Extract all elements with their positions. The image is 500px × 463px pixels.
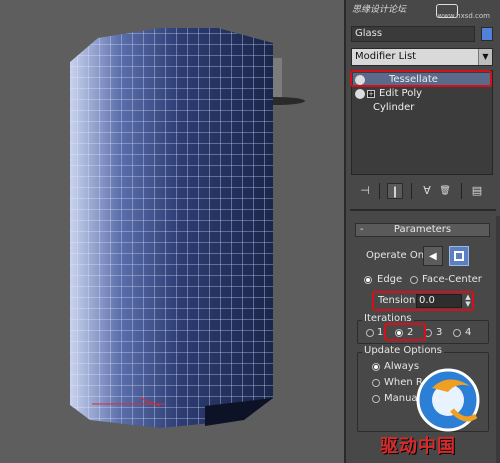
iterations-4-radio[interactable] [453,329,461,337]
update-options-title: Update Options [362,345,444,356]
viewport-perspective[interactable] [0,0,346,463]
lightbulb-icon[interactable] [355,89,365,99]
toolbar-divider [411,183,412,199]
update-always-radio[interactable] [372,363,380,371]
update-when-rendering-radio[interactable] [372,379,380,387]
chevron-down-icon[interactable]: ▼ [478,49,492,65]
iterations-1-label: 1 [377,327,384,338]
configure-modifier-sets-icon[interactable]: ▤ [469,183,485,199]
stack-item-label: Cylinder [373,102,415,113]
update-manually-radio[interactable] [372,395,380,403]
site-watermark: 思缘设计论坛 www.hxsd.com [352,2,492,20]
panel-scrollbar[interactable] [496,216,500,463]
remove-modifier-icon[interactable]: 🗑 [437,183,453,199]
operate-on-label: Operate On: [366,250,428,261]
edge-radio[interactable] [364,276,372,284]
object-color-swatch[interactable] [481,27,493,41]
modifier-list-dropdown[interactable]: Modifier List ▼ [351,48,493,66]
make-unique-icon[interactable]: ∀ [419,183,435,199]
collapse-icon[interactable]: - [360,224,364,236]
toolbar-divider [461,183,462,199]
edge-label: Edge [377,274,403,285]
stack-item-label: Edit Poly [379,88,423,99]
iterations-4-label: 4 [465,327,472,338]
highlight-tension [372,291,474,311]
brand-text: 驱动中国 [380,436,456,457]
watermark-url: www.hxsd.com [437,12,490,20]
triangle-icon: ◀ [429,251,437,262]
stack-item-edit-poly[interactable]: + Edit Poly [353,87,491,101]
parameters-rollout-header[interactable]: - Parameters [355,223,490,237]
show-end-result-icon[interactable]: ❙ [387,183,403,199]
cylinder-wireframe [70,28,273,428]
pin-stack-icon[interactable]: ⊣ [357,183,373,199]
stack-toolbar: ⊣ ❙ ∀ 🗑 ▤ [351,180,493,202]
highlight-tessellate [350,70,492,87]
square-icon [454,251,464,261]
face-center-label: Face-Center [422,274,482,285]
object-name-field[interactable]: Glass [351,26,475,42]
face-center-radio[interactable] [410,276,418,284]
panel-divider [350,209,496,211]
app-root: 思缘设计论坛 www.hxsd.com Glass Modifier List … [0,0,500,463]
toolbar-divider [379,183,380,199]
operate-on-polygon-button[interactable] [449,246,469,266]
iterations-3-label: 3 [436,327,443,338]
brand-logo-icon [416,368,480,432]
iterations-1-radio[interactable] [366,329,374,337]
expand-plus-icon[interactable]: + [367,90,375,98]
modifier-list-label: Modifier List [355,51,417,62]
operate-on-edge-button[interactable]: ◀ [423,246,443,266]
highlight-iterations [384,323,426,341]
watermark-text: 思缘设计论坛 [352,5,407,15]
stack-item-cylinder[interactable]: Cylinder [353,101,491,115]
rollout-title: Parameters [393,224,452,235]
viewport-canvas[interactable] [0,0,346,463]
